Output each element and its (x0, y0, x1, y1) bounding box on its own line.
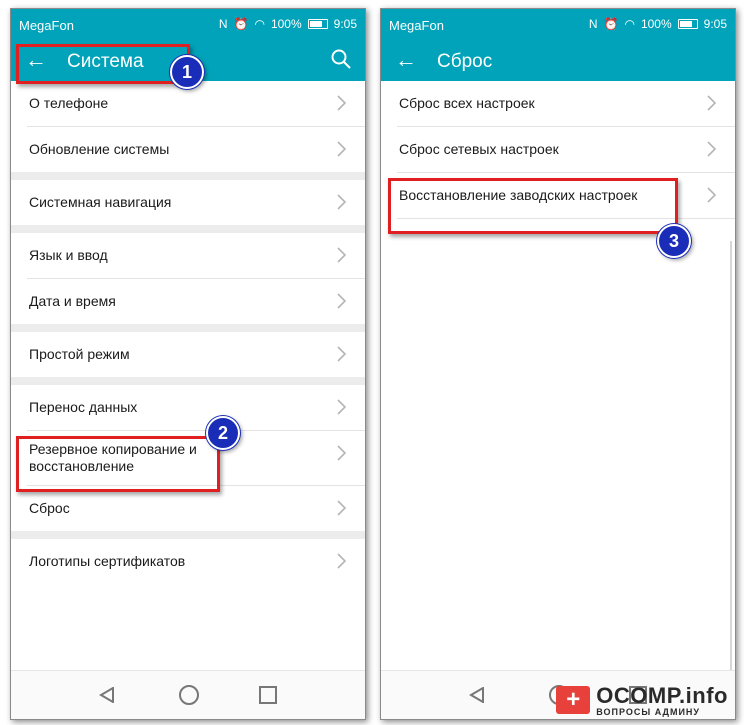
step-badge-3: 3 (657, 224, 691, 258)
group-divider (11, 225, 365, 233)
app-bar: ← Сброс (381, 41, 735, 81)
nav-recent-icon[interactable] (259, 686, 277, 704)
settings-system-screen: MegaFon N ⏰ ◠ 100% 9:05 ← Система О теле… (10, 8, 366, 720)
settings-list-item[interactable]: Сброс всех настроек (397, 81, 735, 127)
settings-item-label: О телефоне (29, 95, 109, 111)
settings-item-label: Логотипы сертификатов (29, 553, 186, 569)
status-bar: MegaFon N ⏰ ◠ 100% 9:05 (11, 9, 365, 41)
battery-percent: 100% (270, 17, 302, 31)
nav-back-icon[interactable] (469, 687, 485, 703)
watermark-text: OCOMP.info ВОПРОСЫ АДМИНУ (596, 683, 728, 717)
chevron-right-icon (337, 293, 347, 309)
settings-item-label: Обновление системы (29, 141, 170, 157)
alarm-icon: ⏰ (603, 17, 619, 31)
clock: 9:05 (703, 17, 727, 31)
settings-item-label: Перенос данных (29, 399, 138, 415)
settings-list-item[interactable]: О телефоне (27, 81, 365, 127)
chevron-right-icon (337, 141, 347, 157)
chevron-right-icon (337, 500, 347, 516)
chevron-right-icon (707, 95, 717, 111)
status-icons: N ⏰ ◠ 100% 9:05 (589, 17, 727, 31)
settings-list-item[interactable]: Системная навигация (27, 180, 365, 225)
nav-back-icon[interactable] (99, 687, 115, 703)
wifi-icon: ◠ (254, 17, 265, 31)
settings-item-label: Системная навигация (29, 194, 172, 210)
settings-list: О телефоне Обновление системы Системная на… (11, 81, 365, 584)
chevron-right-icon (337, 553, 347, 569)
highlight-backup-item (16, 436, 220, 492)
chevron-right-icon (337, 346, 347, 362)
battery-percent: 100% (640, 17, 672, 31)
wifi-icon: ◠ (624, 17, 635, 31)
settings-list-item[interactable]: Обновление системы (27, 127, 365, 172)
status-bar: MegaFon N ⏰ ◠ 100% 9:05 (381, 9, 735, 41)
chevron-right-icon (707, 141, 717, 157)
settings-item-label: Сброс всех настроек (399, 95, 535, 111)
alarm-icon: ⏰ (233, 17, 249, 31)
settings-list-item[interactable]: Логотипы сертификатов (27, 539, 365, 584)
chevron-right-icon (707, 187, 717, 203)
settings-list-item[interactable]: Дата и время (27, 279, 365, 324)
group-divider (11, 531, 365, 539)
chevron-right-icon (337, 445, 347, 461)
chevron-right-icon (337, 399, 347, 415)
chevron-right-icon (337, 247, 347, 263)
plus-logo-icon: + (556, 686, 591, 714)
search-icon[interactable] (331, 49, 351, 69)
settings-list-item[interactable]: Простой режим (27, 332, 365, 377)
status-icons: N ⏰ ◠ 100% 9:05 (219, 17, 357, 31)
highlight-factory-reset-item (388, 178, 678, 234)
reset-screen: MegaFon N ⏰ ◠ 100% 9:05 ← Сброс Сброс вс… (380, 8, 736, 720)
clock: 9:05 (333, 17, 357, 31)
carrier-label: MegaFon (19, 18, 74, 33)
battery-icon (677, 19, 698, 29)
chevron-right-icon (337, 194, 347, 210)
settings-item-label: Дата и время (29, 293, 116, 309)
nfc-icon: N (588, 17, 598, 31)
back-arrow-icon[interactable]: ← (395, 47, 417, 73)
settings-list-item[interactable]: Сброс сетевых настроек (397, 127, 735, 173)
page-title: Сброс (437, 51, 493, 72)
highlight-system-title (16, 44, 190, 84)
watermark: + OCOMP.info ВОПРОСЫ АДМИНУ (556, 683, 728, 717)
carrier-label: MegaFon (389, 18, 444, 33)
group-divider (11, 324, 365, 332)
nfc-icon: N (218, 17, 228, 31)
group-divider (11, 377, 365, 385)
settings-list-item[interactable]: Сброс (27, 486, 365, 531)
settings-item-label: Язык и ввод (29, 247, 108, 263)
navigation-bar (11, 670, 365, 719)
settings-item-label: Сброс сетевых настроек (399, 141, 559, 157)
settings-item-label: Простой режим (29, 346, 130, 362)
step-badge-1: 1 (170, 55, 204, 89)
settings-list-item[interactable]: Перенос данных (27, 385, 365, 431)
group-divider (11, 172, 365, 180)
step-badge-2: 2 (206, 416, 240, 450)
nav-home-icon[interactable] (179, 685, 199, 705)
battery-icon (307, 19, 328, 29)
settings-list-item[interactable]: Язык и ввод (27, 233, 365, 279)
scrollbar[interactable] (730, 241, 732, 671)
settings-item-label: Сброс (29, 500, 70, 516)
watermark-title: OCOMP.info (596, 683, 728, 708)
chevron-right-icon (337, 95, 347, 111)
